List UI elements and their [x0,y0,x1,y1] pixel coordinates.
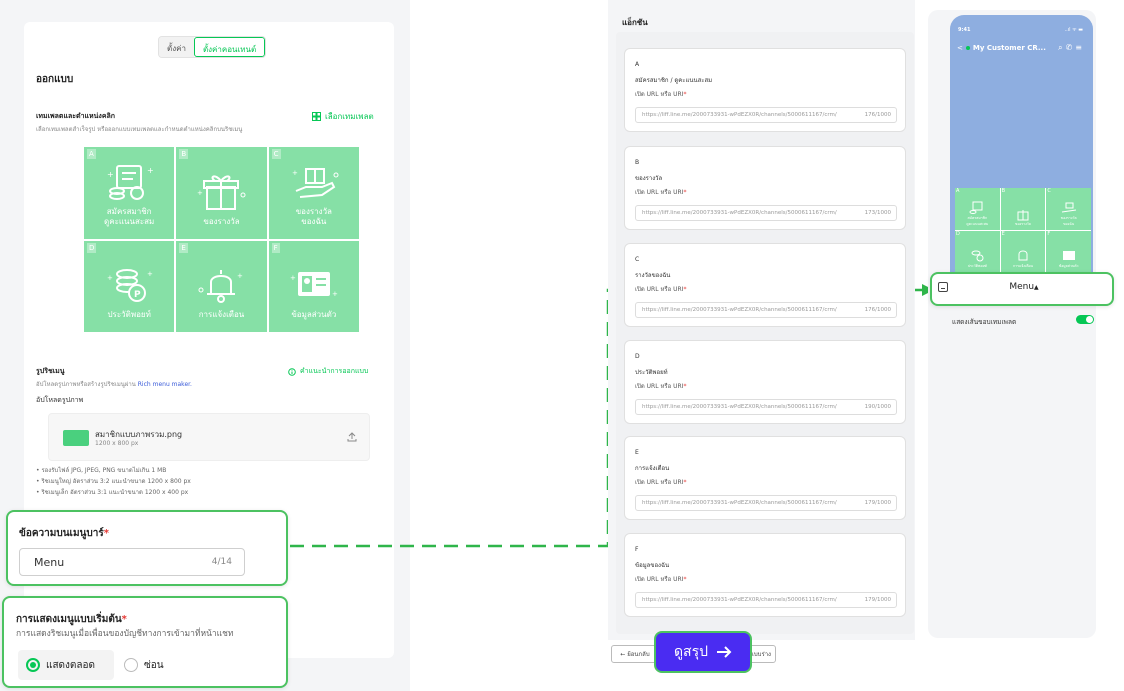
summary-label: ดูสรุป [673,644,709,660]
phone-area-c[interactable]: C ของรางวัล ของฉัน [1046,188,1091,230]
action-letter: D [635,353,640,360]
chat-header: < My Customer CR... [957,44,1046,52]
action-url-input[interactable]: https://liff.line.me/2000733931-wPdEZX0R… [635,302,897,318]
show-border-toggle[interactable] [1076,315,1094,324]
action-card-d: D ประวัติพอยท์ เปิด URL หรือ URI* https:… [624,340,906,424]
back-button[interactable]: ← ย้อนกลับ [611,645,659,663]
action-card-c: C รางวัลของฉัน เปิด URL หรือ URI* https:… [624,243,906,327]
phone-area-a[interactable]: A สมัครสมาชิก ดูคะแนนสะสม [955,188,1000,230]
actions-title: แอ็กชัน [622,18,648,27]
action-name: รางวัลของฉัน [635,272,671,279]
summary-button[interactable]: ดูสรุป [654,631,752,673]
url-counter: 179/1000 [864,597,891,603]
action-card-f: F ข้อมูลของฉัน เปิด URL หรือ URI* https:… [624,533,906,617]
action-letter: A [635,61,640,68]
url-counter: 176/1000 [864,112,891,118]
coins-points-icon [971,250,984,262]
action-letter: E [635,449,639,456]
online-dot-icon [965,46,970,50]
back-chevron-icon[interactable]: < [957,44,963,52]
action-url-input[interactable]: https://liff.line.me/2000733931-wPdEZX0R… [635,205,897,221]
phone-area-e[interactable]: E การแจ้งเตือน [1000,230,1046,272]
action-letter: C [635,256,640,263]
url-counter: 179/1000 [864,500,891,506]
menu-lines-icon[interactable]: ≡ [1075,43,1085,52]
action-card-b: B ของรางวัล เปิด URL หรือ URI* https://l… [624,146,906,230]
url-counter: 173/1000 [864,210,891,216]
action-url-input[interactable]: https://liff.line.me/2000733931-wPdEZX0R… [635,107,897,123]
chat-title: My Customer CR... [972,44,1046,52]
action-url-input[interactable]: https://liff.line.me/2000733931-wPdEZX0R… [635,495,897,511]
profile-card-icon [1062,251,1075,260]
phone-area-b[interactable]: B ของรางวัล [1000,188,1046,230]
member-card-coins-icon [969,201,983,214]
arrow-right-icon [717,646,732,658]
phone-rich-menu: A สมัครสมาชิก ดูคะแนนสะสม B ของรางวัล C ของ… [955,188,1091,272]
action-url-label: เปิด URL หรือ URI* [635,286,687,293]
bell-icon [1018,250,1028,261]
action-name: ข้อมูลของฉัน [635,562,670,569]
action-name: ประวัติพอยท์ [635,369,668,376]
action-name: การแจ้งเตือน [635,465,670,472]
phone-menu-bar[interactable]: Menu▲ [930,272,1114,306]
action-card-a: A สมัครสมาชิก / ดูคะแนนสะสม เปิด URL หรื… [624,48,906,132]
action-url-label: เปิด URL หรือ URI* [635,189,687,196]
action-url-label: เปิด URL หรือ URI* [635,479,687,486]
action-name: ของรางวัล [635,175,663,182]
action-url-label: เปิด URL หรือ URI* [635,383,687,390]
action-url-label: เปิด URL หรือ URI* [635,576,687,583]
action-url-input[interactable]: https://liff.line.me/2000733931-wPdEZX0R… [635,399,897,415]
phone-call-icon[interactable]: ✆ [1066,43,1076,52]
action-letter: B [635,159,640,166]
gift-box-icon [1017,209,1029,220]
chat-header-actions: ⌕✆≡ [1058,43,1085,53]
action-url-label: เปิด URL หรือ URI* [635,91,687,98]
caret-up-icon: ▲ [1034,284,1039,291]
url-counter: 176/1000 [864,307,891,313]
action-name: สมัครสมาชิก / ดูคะแนนสะสม [635,77,713,84]
menu-bar-label: Menu▲ [1009,282,1039,292]
show-border-label: แสดงเส้นขอบเทมเพลต [952,318,1017,326]
phone-area-f[interactable]: F ข้อมูลส่วนตัว [1046,230,1091,272]
action-url-input[interactable]: https://liff.line.me/2000733931-wPdEZX0R… [635,592,897,608]
action-letter: F [635,546,639,553]
search-icon[interactable]: ⌕ [1058,43,1065,52]
phone-status-icons: ..ıl ᯤ ▬ [1064,27,1083,33]
gift-hand-icon [1061,202,1076,212]
phone-area-d[interactable]: D ประวัติพอยท์ [955,230,1000,272]
url-counter: 190/1000 [864,404,891,410]
phone-time: 9:41 [958,27,971,33]
action-card-e: E การแจ้งเตือน เปิด URL หรือ URI* https:… [624,436,906,520]
